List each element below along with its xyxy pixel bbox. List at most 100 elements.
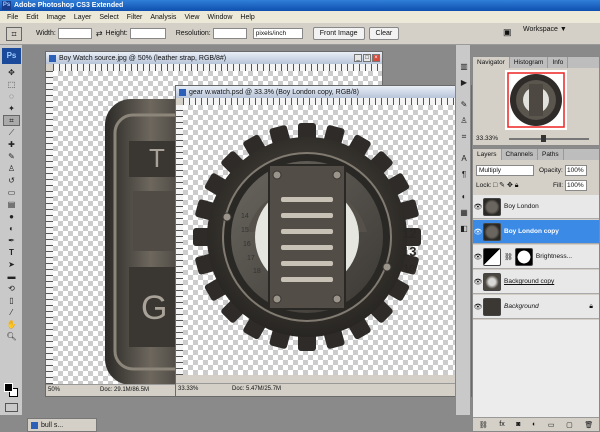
tool-presets-panel-icon[interactable]: ⌗ [458, 131, 470, 143]
blend-mode-select[interactable]: Multiply [476, 165, 534, 176]
new-layer-icon[interactable]: ▢ [566, 421, 573, 429]
notes-tool-icon[interactable]: ▯ [3, 295, 20, 306]
document-title-bar[interactable]: Boy Watch source.jpg @ 50% (leather stra… [46, 52, 382, 64]
menu-edit[interactable]: Edit [22, 14, 42, 21]
layer-style-icon[interactable]: fx [499, 421, 504, 428]
resolution-unit-select[interactable]: pixels/inch [252, 28, 303, 39]
character-panel-icon[interactable]: A [458, 153, 470, 165]
clear-button[interactable]: Clear [368, 27, 400, 40]
menu-file[interactable]: File [3, 14, 22, 21]
tab-histogram[interactable]: Histogram [510, 57, 549, 68]
brushes-panel-icon[interactable]: ✎ [458, 99, 470, 111]
menu-window[interactable]: Window [203, 14, 236, 21]
document-canvas[interactable]: 12 13 10 14 15 16 17 18 [183, 105, 463, 375]
close-button[interactable]: × [372, 54, 380, 62]
document-title-bar[interactable]: gear w.watch.psd @ 33.3% (Boy London cop… [176, 86, 471, 98]
height-field[interactable] [129, 28, 166, 39]
crop-tool-icon[interactable]: ⌗ [3, 115, 20, 126]
styles-panel-icon[interactable]: ◧ [458, 223, 470, 235]
layer-row-background-copy[interactable]: 👁︎ Background copy [473, 270, 599, 294]
menu-image[interactable]: Image [42, 14, 69, 21]
pen-tool-icon[interactable]: ✒ [3, 235, 20, 246]
crop-tool-preset-icon[interactable]: ⌗ [6, 26, 22, 41]
zoom-level[interactable]: 50% [46, 387, 72, 393]
fill-field[interactable]: 100% [565, 180, 587, 191]
menu-filter[interactable]: Filter [123, 14, 147, 21]
menu-analysis[interactable]: Analysis [146, 14, 180, 21]
eye-icon[interactable]: 👁︎ [473, 203, 483, 211]
3d-rotate-tool-icon[interactable]: ⟲ [3, 283, 20, 294]
layer-row-boy-london-copy[interactable]: 👁︎ Boy London copy [473, 220, 599, 244]
hand-tool-icon[interactable]: ✋ [3, 319, 20, 330]
navigator-thumbnail[interactable] [505, 70, 567, 130]
tab-info[interactable]: Info [548, 57, 569, 68]
minimized-document-bull[interactable]: bull s... [27, 418, 97, 432]
resolution-field[interactable] [212, 28, 247, 39]
actions-panel-icon[interactable]: ▶ [458, 77, 470, 89]
minimize-button[interactable]: _ [354, 54, 362, 62]
lock-icons[interactable]: □ ✎ ✥ 🔒︎ [493, 181, 519, 190]
slider-thumb[interactable] [541, 135, 546, 142]
zoom-level[interactable]: 33.33% [176, 386, 208, 392]
delete-layer-icon[interactable]: 🗑︎ [584, 421, 593, 429]
tab-layers[interactable]: Layers [473, 149, 502, 160]
layer-row-brightness[interactable]: 👁︎ ⛓︎ Brightness... [473, 245, 599, 269]
layer-row-background[interactable]: 👁︎ Background 🔒︎ [473, 295, 599, 319]
adjustment-layer-icon[interactable]: ◐ [532, 421, 536, 428]
type-tool-icon[interactable]: T [3, 247, 20, 258]
lasso-tool-icon[interactable]: ◌ [3, 91, 20, 102]
link-layers-icon[interactable]: ⛓︎ [479, 421, 488, 429]
eye-icon[interactable]: 👁︎ [473, 253, 483, 261]
add-mask-icon[interactable]: ◙ [516, 421, 520, 428]
menu-layer[interactable]: Layer [70, 14, 96, 21]
history-brush-tool-icon[interactable]: ↺ [3, 175, 20, 186]
navigator-zoom-slider[interactable] [509, 135, 589, 142]
eye-icon[interactable]: 👁︎ [473, 303, 483, 311]
doc-size-info[interactable]: Doc: 5.47M/25.7M [232, 386, 281, 392]
swap-icon[interactable]: ⇄ [96, 29, 103, 38]
swatches-panel-icon[interactable]: ▦ [458, 207, 470, 219]
color-swatches[interactable] [4, 383, 18, 397]
eyedropper-tool-icon[interactable]: ⁄ [3, 307, 20, 318]
history-panel-icon[interactable]: ▥ [458, 61, 470, 73]
menu-view[interactable]: View [180, 14, 203, 21]
chain-icon[interactable]: ⛓︎ [504, 253, 513, 261]
maximize-button[interactable]: □ [363, 54, 371, 62]
layer-row-boy-london[interactable]: 👁︎ Boy London [473, 195, 599, 219]
eraser-tool-icon[interactable]: ▭ [3, 187, 20, 198]
opacity-field[interactable]: 100% [565, 165, 587, 176]
slice-tool-icon[interactable]: ⟋ [3, 127, 20, 138]
width-field[interactable] [57, 28, 92, 39]
healing-brush-tool-icon[interactable]: ✚ [3, 139, 20, 150]
clone-source-panel-icon[interactable]: ♙ [458, 115, 470, 127]
quick-mask-icon[interactable] [5, 403, 18, 412]
gradient-tool-icon[interactable]: ▤ [3, 199, 20, 210]
magic-wand-tool-icon[interactable]: ✦ [3, 103, 20, 114]
move-tool-icon[interactable]: ✥ [3, 67, 20, 78]
eye-icon[interactable]: 👁︎ [473, 278, 483, 286]
color-panel-icon[interactable]: ◐ [458, 191, 470, 203]
marquee-tool-icon[interactable]: ⬚ [3, 79, 20, 90]
clone-stamp-tool-icon[interactable]: ♙ [3, 163, 20, 174]
palette-well-icon[interactable]: ▣ [503, 27, 515, 39]
workspace-button[interactable]: Workspace ▼ [523, 26, 567, 33]
blur-tool-icon[interactable]: ● [3, 211, 20, 222]
eye-icon[interactable]: 👁︎ [473, 228, 483, 236]
menu-help[interactable]: Help [236, 14, 258, 21]
new-group-icon[interactable]: ▭ [548, 421, 555, 429]
paragraph-panel-icon[interactable]: ¶ [458, 169, 470, 181]
menu-select[interactable]: Select [95, 14, 122, 21]
zoom-tool-icon[interactable]: 🔍︎ [3, 331, 20, 342]
tab-channels[interactable]: Channels [502, 149, 538, 160]
path-selection-tool-icon[interactable]: ➤ [3, 259, 20, 270]
foreground-color-swatch[interactable] [4, 383, 13, 392]
shape-tool-icon[interactable]: ▬ [3, 271, 20, 282]
tab-navigator[interactable]: Navigator [473, 57, 510, 68]
brush-tool-icon[interactable]: ✎ [3, 151, 20, 162]
layers-empty-area [473, 320, 599, 417]
tab-paths[interactable]: Paths [538, 149, 564, 160]
dodge-tool-icon[interactable]: ◐ [3, 223, 20, 234]
navigator-zoom[interactable]: 33.33% [476, 135, 498, 142]
front-image-button[interactable]: Front Image [312, 27, 365, 40]
doc-size-info[interactable]: Doc: 29.1M/86.5M [100, 387, 149, 393]
